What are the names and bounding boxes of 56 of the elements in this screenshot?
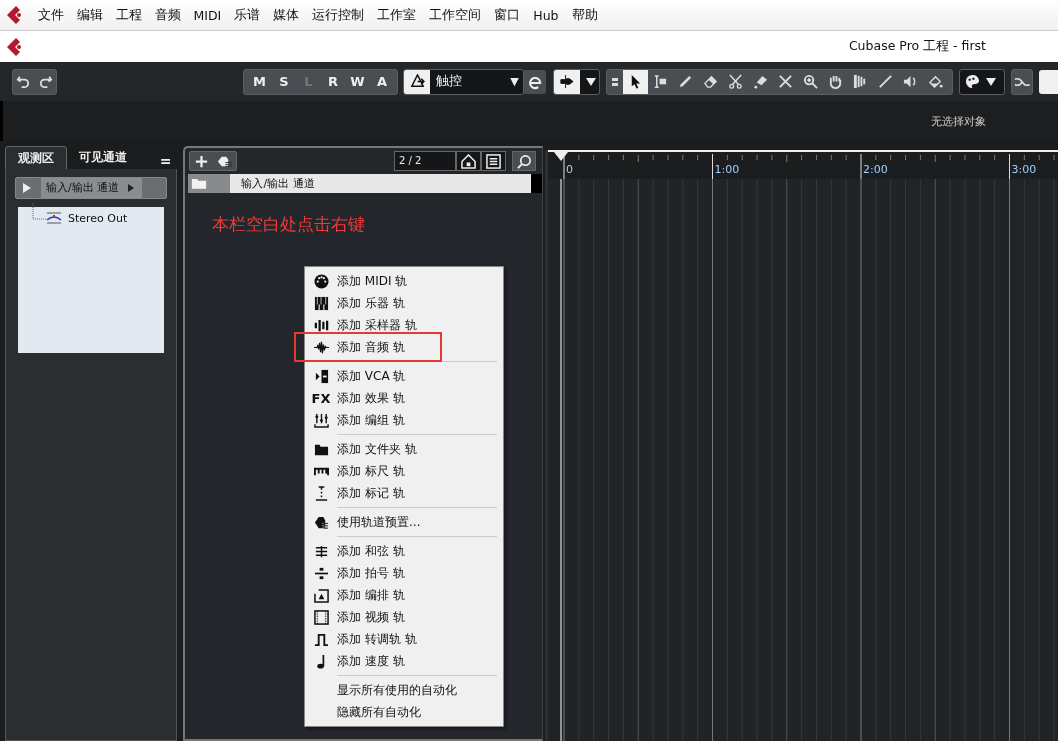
automation-mode-value: 触控: [436, 73, 464, 90]
menu-item[interactable]: 添加 转调轨 轨: [305, 628, 503, 650]
selection-info: 无选择对象: [931, 113, 986, 129]
inspector-tab[interactable]: 观测区: [5, 146, 67, 169]
menu-icon[interactable]: =: [159, 153, 172, 169]
menu-item[interactable]: 工作室: [370, 6, 423, 24]
menu-item[interactable]: 工作空间: [422, 6, 488, 24]
menu-item[interactable]: 工程: [109, 6, 148, 24]
menu-item[interactable]: 使用轨道预置...: [305, 511, 503, 533]
inspector-tab[interactable]: 可见通道: [67, 146, 139, 169]
menu-item[interactable]: FX 添加 效果 轨: [305, 387, 503, 409]
menu-item[interactable]: 窗口: [487, 6, 527, 24]
ruler-label: 0: [566, 163, 573, 176]
folder-name: 输入/输出 通道: [41, 178, 142, 198]
menu-item[interactable]: 媒体: [266, 6, 306, 24]
menu-item[interactable]: 添加 编组 轨: [305, 409, 503, 431]
menu-item[interactable]: 添加 MIDI 轨: [305, 270, 503, 292]
folder-row[interactable]: 输入/输出 通道: [15, 177, 168, 199]
menu-item[interactable]: 隐藏所有自动化: [305, 701, 503, 723]
track-counter-field[interactable]: 2 / 2: [394, 151, 456, 171]
menu-item[interactable]: Hub: [526, 7, 566, 23]
fx-icon: FX: [311, 390, 331, 406]
automation-mode-selector[interactable]: 触控 ▼: [403, 68, 524, 95]
time-ruler[interactable]: 0 1:00 2:00 3:00: [548, 150, 1058, 179]
menu-item[interactable]: 文件: [31, 6, 70, 24]
menu-item[interactable]: MIDI: [187, 7, 228, 23]
tree-item[interactable]: Stereo Out: [68, 211, 128, 225]
menu-item[interactable]: 添加 采样器 轨: [305, 314, 503, 336]
ruler-label: 3:00: [1011, 163, 1037, 176]
menu-item[interactable]: 添加 标记 轨: [305, 482, 503, 504]
menu-item[interactable]: 添加 文件夹 轨: [305, 438, 503, 460]
menu-item[interactable]: 添加 拍号 轨: [305, 562, 503, 584]
menu-item[interactable]: 音频: [148, 6, 187, 24]
menu-item[interactable]: 添加 标尺 轨: [305, 460, 503, 482]
mode-button[interactable]: M: [247, 70, 272, 93]
menu-item[interactable]: 乐谱: [227, 6, 267, 24]
ruler-label: 1:00: [714, 163, 740, 176]
menu-item[interactable]: 添加 和弦 轨: [305, 540, 503, 562]
dropdown-arrow: ▼: [510, 75, 519, 88]
mode-button[interactable]: R: [320, 70, 346, 93]
menu-item[interactable]: 添加 速度 轨: [305, 650, 503, 672]
mode-button[interactable]: A: [369, 70, 395, 93]
menu-item[interactable]: 编辑: [70, 6, 109, 24]
annotation-text: 本栏空白处点击右键: [212, 213, 367, 236]
menu-item[interactable]: 添加 音频 轨: [305, 336, 503, 358]
ruler-label: 2:00: [863, 163, 888, 176]
menu-item[interactable]: 帮助: [565, 6, 605, 24]
menu-item[interactable]: 添加 乐器 轨: [305, 292, 503, 314]
menu-item[interactable]: 显示所有使用的自动化: [305, 679, 503, 701]
menu-item[interactable]: 添加 编排 轨: [305, 584, 503, 606]
menu-item[interactable]: 添加 VCA 轨: [305, 365, 503, 387]
window-title: Cubase Pro 工程 - first: [848, 38, 986, 55]
mode-button[interactable]: S: [271, 70, 297, 93]
menu-item[interactable]: 运行控制: [305, 6, 371, 24]
menu-item[interactable]: 添加 视频 轨: [305, 606, 503, 628]
mode-button[interactable]: W: [345, 70, 370, 93]
